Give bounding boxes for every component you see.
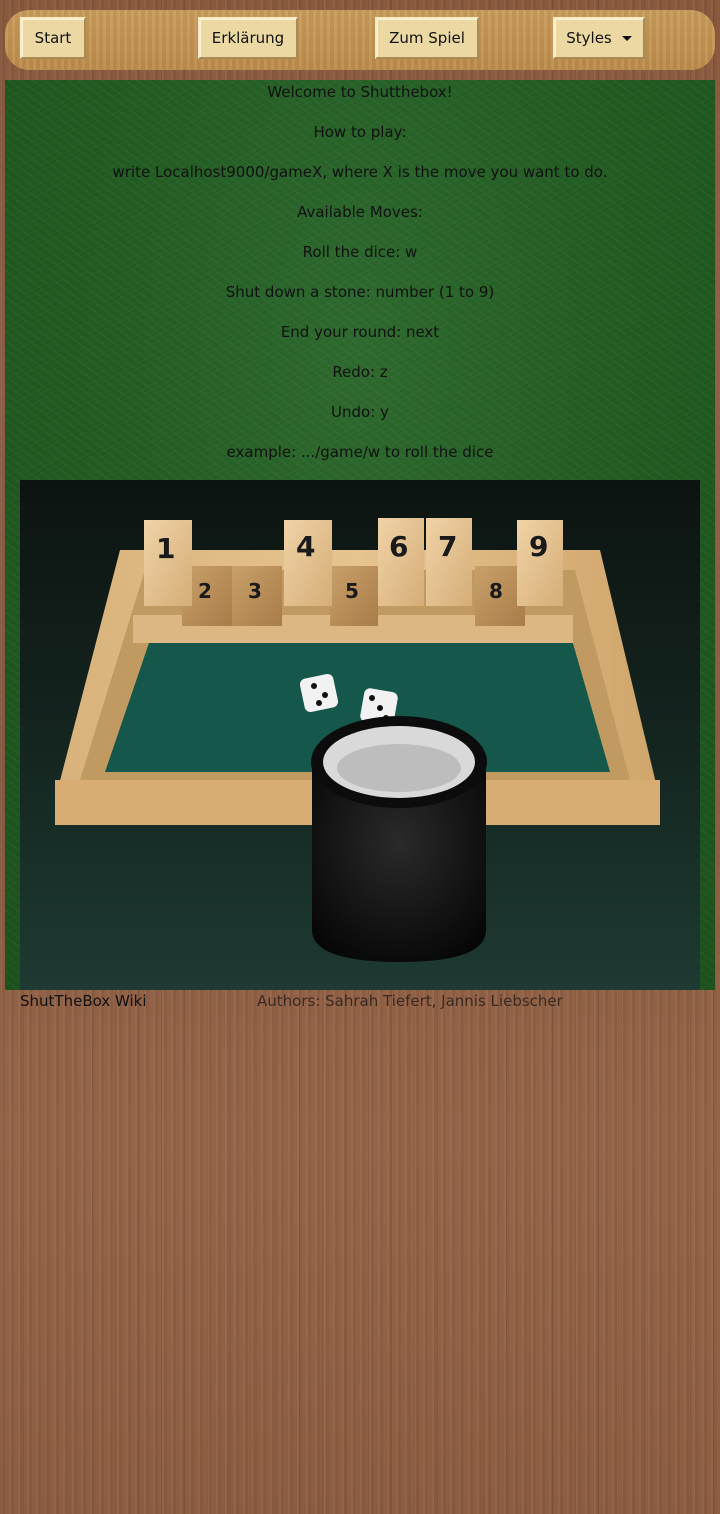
explanation-button[interactable]: Erklärung <box>198 17 298 59</box>
tile-label: 1 <box>156 532 175 565</box>
how-to-play-label: How to play: <box>313 123 407 141</box>
tile-label: 2 <box>198 579 212 603</box>
tile-label: 5 <box>345 579 359 603</box>
move-shut-stone: Shut down a stone: number (1 to 9) <box>225 283 495 301</box>
welcome-heading: Welcome to Shutthebox! <box>267 83 453 101</box>
styles-dropdown-button[interactable]: Styles <box>553 17 645 59</box>
tile-label: 6 <box>389 530 408 563</box>
move-roll-dice: Roll the dice: w <box>302 243 418 261</box>
styles-label: Styles <box>566 29 612 47</box>
tile-label: 4 <box>296 530 315 563</box>
authors-text: Authors: Sahrah Tiefert, Jannis Liebsche… <box>257 992 563 1010</box>
navbar: Start Erklärung Zum Spiel Styles <box>5 10 715 70</box>
example-line: example: .../game/w to roll the dice <box>226 443 494 461</box>
shut-the-box-illustration: 1 4 6 7 9 2 3 5 8 <box>20 480 700 990</box>
start-button[interactable]: Start <box>20 17 86 59</box>
move-end-round: End your round: next <box>280 323 440 341</box>
main-content: Welcome to Shutthebox! How to play: writ… <box>5 80 715 990</box>
to-game-button[interactable]: Zum Spiel <box>375 17 479 59</box>
shut-the-box-photo: 1 4 6 7 9 2 3 5 8 <box>20 480 700 990</box>
caret-down-icon <box>621 35 632 41</box>
move-undo: Undo: y <box>331 403 389 421</box>
move-redo: Redo: z <box>332 363 388 381</box>
tile-label: 9 <box>529 530 548 563</box>
tile-label: 3 <box>248 579 262 603</box>
dice-cup-icon <box>311 716 487 962</box>
wiki-link[interactable]: ShutTheBox Wiki <box>20 992 147 1010</box>
available-moves-label: Available Moves: <box>297 203 423 221</box>
instruction-line: write Localhost9000/gameX, where X is th… <box>112 163 608 181</box>
tile-label: 7 <box>438 530 457 563</box>
tile-label: 8 <box>489 579 503 603</box>
